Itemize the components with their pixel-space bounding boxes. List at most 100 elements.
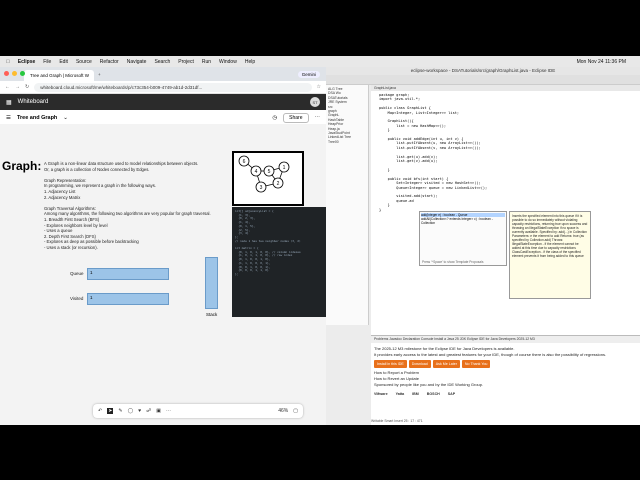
whiteboard-header: ▦ Whiteboard ST [0, 94, 326, 110]
sponsor-logo[interactable]: VMware [374, 391, 388, 397]
board-title[interactable]: Tree and Graph [17, 115, 57, 121]
autocomplete-popup: add(Integer e) : boolean - Queue addAll(… [419, 211, 507, 266]
clock[interactable]: Mon Nov 24 11:36 PM [577, 59, 626, 65]
queue-label: Queue [70, 271, 84, 276]
link-icon[interactable]: ☍ [146, 408, 151, 414]
menu-refactor[interactable]: Refactor [100, 59, 119, 65]
package-item[interactable]: Tree00 [328, 140, 366, 144]
menu-icon[interactable]: ☰ [6, 115, 11, 121]
graph-image[interactable]: 6 4 5 1 3 2 [232, 151, 304, 206]
desktop-background [0, 425, 640, 480]
avatar[interactable]: ST [310, 97, 320, 107]
history-icon[interactable]: ◷ [272, 115, 277, 121]
menu-run[interactable]: Run [202, 59, 211, 65]
node-label: 1 [283, 165, 286, 171]
editor-code[interactable]: package graph; import java.util.*; publi… [371, 91, 640, 214]
pen-tool-icon[interactable]: ✎ [118, 408, 122, 414]
zoom-level[interactable]: 46% [278, 408, 288, 414]
more-tools-icon[interactable]: ⋯ [166, 408, 171, 414]
bottom-panel: Problems Javadoc Declaration Console Ins… [371, 335, 640, 425]
queue-box[interactable]: 1 [87, 268, 169, 280]
forward-icon[interactable]: → [15, 84, 20, 90]
autocomplete-footer: Press '^Space' to show Template Proposal… [422, 259, 484, 264]
reaction-icon[interactable]: ♥ [138, 408, 141, 414]
sponsor-logos: VMware Yatta IBM BOSCH SAP [374, 391, 637, 397]
new-tab-icon[interactable]: + [98, 72, 101, 77]
graph-notes: A Graph is a non-linear data structure u… [44, 161, 254, 251]
node-label: 6 [243, 159, 246, 165]
eclipse-toolbar[interactable] [326, 75, 640, 85]
menu-window[interactable]: Window [219, 59, 237, 65]
graph-diagram: 6 4 5 1 3 2 [238, 155, 290, 193]
more-icon[interactable]: ⋯ [315, 115, 321, 121]
no-thanks-button[interactable]: No Thank You [461, 360, 491, 368]
visited-box[interactable]: 1 [87, 293, 169, 305]
browser-tabbar: Tree and Graph | Microsoft W + Gemini [0, 67, 326, 81]
minimize-window-button[interactable] [12, 71, 17, 76]
app-menu[interactable]: Eclipse [18, 59, 36, 65]
autocomplete-item[interactable]: addAll(Collection<? extends Integer> c) … [421, 217, 505, 225]
stack-label: Stack [206, 312, 218, 317]
close-window-button[interactable] [4, 71, 9, 76]
note-icon[interactable]: ▣ [156, 408, 161, 414]
left-gutter [326, 325, 369, 425]
node-label: 5 [268, 169, 271, 175]
code-editor[interactable]: GraphList.java package graph; import jav… [371, 85, 640, 335]
announcement-panel: The 2025-12 M3 milestone for the Eclipse… [371, 343, 640, 400]
javadoc-popup: Inserts the specified element into this … [509, 211, 591, 299]
code-line: }; [235, 271, 239, 276]
install-button[interactable]: Install in this IDE [374, 360, 407, 368]
menu-help[interactable]: Help [245, 59, 255, 65]
chevron-down-icon[interactable]: ⌄ [63, 115, 68, 121]
announcement-buttons: Install in this IDE Download Ask Me Late… [374, 360, 637, 368]
share-button[interactable]: Share [283, 112, 309, 123]
node-label: 2 [277, 181, 280, 187]
menu-project[interactable]: Project [178, 59, 194, 65]
note-line: - Uses a stack (or recursion). [44, 244, 98, 250]
bottom-tabs[interactable]: Problems Javadoc Declaration Console Ins… [371, 336, 640, 343]
sponsor-logo[interactable]: SAP [448, 391, 455, 397]
gemini-button[interactable]: Gemini [297, 70, 320, 78]
sponsor-logo[interactable]: IBM [412, 391, 419, 397]
select-tool-icon[interactable]: ➤ [107, 408, 114, 414]
url-field[interactable]: whiteboard.cloud.microsoft/me/whiteboard… [34, 82, 312, 92]
menu-search[interactable]: Search [154, 59, 170, 65]
menu-edit[interactable]: Edit [59, 59, 68, 65]
eclipse-title: eclipse-workspace - DSATutorials/src/gra… [326, 67, 640, 75]
eclipse-window: eclipse-workspace - DSATutorials/src/gra… [326, 67, 640, 425]
bookmark-star-icon[interactable]: ☆ [317, 84, 321, 90]
mac-menubar:  Eclipse File Edit Source Refactor Navi… [0, 56, 640, 67]
browser-tab[interactable]: Tree and Graph | Microsoft W [24, 70, 94, 81]
sponsor-logo[interactable]: Yatta [396, 391, 405, 397]
stack-box[interactable] [205, 257, 218, 309]
ask-later-button[interactable]: Ask Me Later [432, 360, 460, 368]
address-bar-row: ← → ↻ whiteboard.cloud.microsoft/me/whit… [0, 81, 326, 94]
screen:  Eclipse File Edit Source Refactor Navi… [0, 0, 640, 480]
graph-heading: Graph: [2, 159, 42, 173]
visited-label: Visited [70, 296, 84, 301]
menu-navigate[interactable]: Navigate [127, 59, 147, 65]
download-button[interactable]: Download [408, 360, 431, 368]
menu-file[interactable]: File [43, 59, 51, 65]
sponsor-text: Sponsored by people like you and by the … [374, 382, 484, 387]
reload-icon[interactable]: ↻ [25, 84, 29, 90]
status-bar: Writable Smart Insert 25 : 17 : 471 [371, 419, 423, 423]
code-snippet-image[interactable]: int[] adjacencyList = { {1, 3}, {0, 2, 3… [232, 207, 326, 317]
browser-window: Tree and Graph | Microsoft W + Gemini ← … [0, 67, 326, 425]
menu-source[interactable]: Source [76, 59, 92, 65]
whiteboard-tools: ↶ ➤ ✎ ◯ ♥ ☍ ▣ ⋯ 46% ▢ [93, 404, 303, 418]
fit-icon[interactable]: ▢ [293, 408, 298, 414]
undo-icon[interactable]: ↶ [98, 408, 102, 414]
announcement-text-2: It provides early access to the latest a… [374, 352, 607, 357]
window-controls [4, 71, 25, 76]
app-grid-icon[interactable]: ▦ [6, 99, 12, 106]
shapes-tool-icon[interactable]: ◯ [128, 408, 134, 414]
node-label: 3 [260, 185, 263, 191]
node-label: 4 [255, 169, 258, 175]
apple-icon[interactable]:  [6, 59, 10, 65]
sponsor-logo[interactable]: BOSCH [427, 391, 440, 397]
app-title: Whiteboard [17, 99, 49, 105]
package-explorer: ALG Tree DSA Wo DSATutorials JRE System … [326, 85, 369, 325]
zoom-window-button[interactable] [20, 71, 25, 76]
back-icon[interactable]: ← [5, 84, 10, 90]
